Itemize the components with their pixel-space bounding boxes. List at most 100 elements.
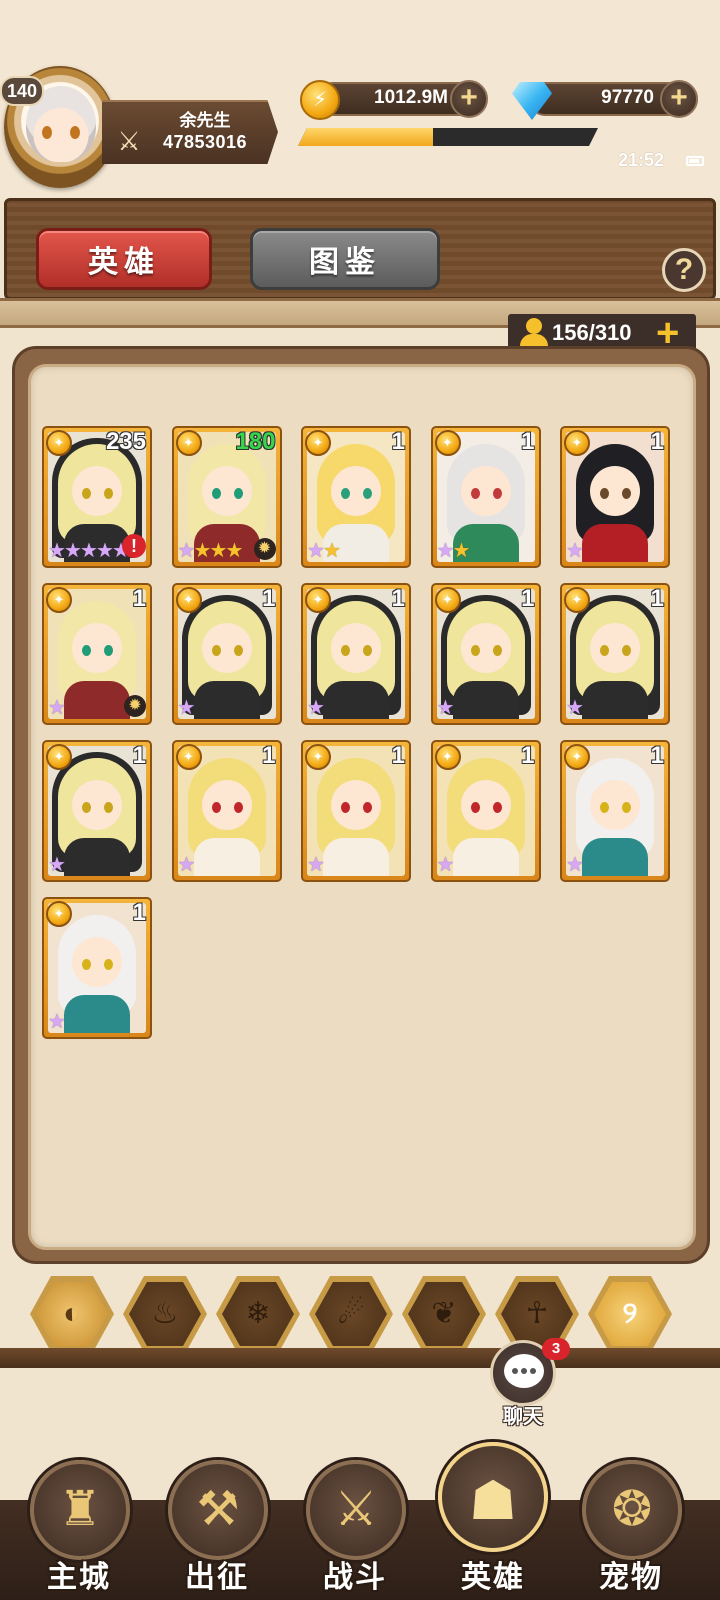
nature-icon: ❦ xyxy=(408,1282,480,1346)
nav-main-city[interactable]: ♜ 主城 xyxy=(14,1460,144,1600)
nav-battle[interactable]: ⚔ 战斗 xyxy=(290,1460,420,1600)
star-icon: ★ xyxy=(177,697,196,719)
filter-nature-button[interactable]: ❦ xyxy=(402,1276,486,1352)
star-icon: ★ xyxy=(193,540,212,562)
help-button[interactable]: ? xyxy=(662,248,706,292)
star-icon: ★ xyxy=(177,540,196,562)
star-icon: ★ xyxy=(48,540,66,562)
hero-card[interactable]: ✦ 1 ★ xyxy=(42,740,152,882)
player-name: 余先生 xyxy=(179,111,231,130)
tab-codex[interactable]: 图鉴 xyxy=(250,228,440,290)
add-gold-button[interactable]: + xyxy=(450,80,488,118)
hero-card[interactable]: ✦ 180 ★ ★ ★ ★ ✹ xyxy=(171,426,282,568)
element-coin-icon: ✦ xyxy=(305,587,331,613)
hero-card[interactable]: ✦ 1 ★ xyxy=(430,583,541,725)
tab-heroes[interactable]: 英雄 xyxy=(36,228,212,290)
hero-card[interactable]: ✦ 1 ★ xyxy=(42,897,152,1039)
element-coin-icon: ✦ xyxy=(175,430,202,456)
star-icon: ★ xyxy=(566,697,584,719)
star-icon: ★ xyxy=(566,854,584,876)
wind-icon: ☄ xyxy=(315,1282,387,1346)
hero-level: 1 xyxy=(262,585,276,612)
star-icon: ★ xyxy=(323,540,341,562)
all-icon: ◐ xyxy=(36,1282,108,1346)
add-gems-button[interactable]: + xyxy=(660,80,698,118)
hero-stars: ★ xyxy=(307,697,325,719)
alert-icon: ! xyxy=(122,534,146,558)
star-icon: ★ xyxy=(225,540,244,562)
hero-stars: ★ xyxy=(436,854,455,876)
nav-expedition[interactable]: ⚒ 出征 xyxy=(152,1460,282,1600)
gold-coin-icon: ⚡ xyxy=(300,80,340,120)
player-level-badge: 140 xyxy=(0,76,44,106)
hero-card[interactable]: ✦ 1 ★ xyxy=(560,583,670,725)
hero-card[interactable]: ✦ 1 ★ ✹ xyxy=(42,583,152,725)
light-icon: ୨ xyxy=(594,1282,666,1346)
hero-level: 1 xyxy=(650,742,664,769)
filter-ice-button[interactable]: ❄ xyxy=(216,1276,300,1352)
dark-icon: ☥ xyxy=(501,1282,573,1346)
player-power: 47853016 xyxy=(162,132,248,152)
filter-fire-button[interactable]: ♨ xyxy=(123,1276,207,1352)
element-filter-bar: ◐ ♨ ❄ ☄ ❦ ☥ ୨ xyxy=(30,1276,690,1356)
filter-wind-button[interactable]: ☄ xyxy=(309,1276,393,1352)
hero-level: 1 xyxy=(650,585,664,612)
star-icon: ★ xyxy=(307,540,325,562)
heroes-icon: ☗ xyxy=(468,1471,518,1531)
nav-pets[interactable]: ❂ 宠物 xyxy=(566,1460,696,1600)
hero-stars: ★ xyxy=(566,540,584,562)
hero-stars: ★ xyxy=(178,854,196,876)
hero-card[interactable]: ✦ 1 ★ xyxy=(171,583,282,725)
hero-card[interactable]: ✦ 1 ★ xyxy=(301,583,411,725)
hero-card[interactable]: ✦ 1 ★ ★ xyxy=(301,426,411,568)
avatar-eye xyxy=(70,126,80,139)
sun-icon: ✹ xyxy=(253,538,276,560)
battle-icon: ⚔ xyxy=(334,1483,378,1536)
filter-all-button[interactable]: ◐ xyxy=(30,1276,114,1352)
nav-heroes[interactable]: ☗ 英雄 xyxy=(428,1442,558,1600)
battery-icon xyxy=(686,156,704,166)
element-coin-icon: ✦ xyxy=(175,744,202,770)
hero-level: 1 xyxy=(521,742,535,769)
element-coin-icon: ✦ xyxy=(305,430,331,456)
filter-light-button[interactable]: ୨ xyxy=(588,1276,672,1352)
hero-level: 1 xyxy=(521,428,535,455)
nav-label: 战斗 xyxy=(323,1561,387,1594)
hero-stars: ★ xyxy=(48,697,66,719)
hero-stars: ★ ★ ★ ★ ★ xyxy=(48,540,130,562)
element-coin-icon: ✦ xyxy=(46,587,72,613)
filter-shelf xyxy=(0,1348,720,1368)
hero-stars: ★ xyxy=(48,854,66,876)
hero-card[interactable]: ✦ 1 ★ xyxy=(560,426,670,568)
nav-label: 宠物 xyxy=(599,1561,663,1594)
star-icon: ★ xyxy=(436,854,455,876)
hero-card[interactable]: ✦ 1 ★ xyxy=(560,740,670,882)
fire-icon: ♨ xyxy=(129,1282,201,1346)
hero-card[interactable]: ✦ 1 ★ xyxy=(171,740,282,882)
pets-icon: ❂ xyxy=(611,1483,653,1536)
gold-value: 1012.9M xyxy=(374,87,448,108)
star-icon: ★ xyxy=(48,854,66,876)
hero-card[interactable]: ✦ 1 ★ ★ xyxy=(430,426,541,568)
ice-icon: ❄ xyxy=(222,1282,294,1346)
gem-value: 97770 xyxy=(601,87,654,108)
star-icon: ★ xyxy=(436,540,455,562)
avatar-eye xyxy=(42,126,52,139)
hero-level: 1 xyxy=(521,585,535,612)
hero-level: 1 xyxy=(391,742,405,769)
hero-level: 235 xyxy=(105,428,146,455)
element-coin-icon: ✦ xyxy=(46,901,72,927)
hero-stars: ★ ★ ★ ★ xyxy=(177,540,244,562)
hero-stars: ★ ★ xyxy=(436,540,471,562)
exp-bar-fill xyxy=(298,128,433,146)
hero-level: 1 xyxy=(132,899,146,926)
hero-card[interactable]: ✦ 235 ★ ★ ★ ★ ★! xyxy=(42,426,152,568)
hero-card[interactable]: ✦ 1 ★ xyxy=(430,740,541,882)
nav-label: 主城 xyxy=(47,1561,111,1594)
hero-level: 1 xyxy=(391,428,405,455)
star-icon: ★ xyxy=(566,540,584,562)
hero-level: 1 xyxy=(391,585,405,612)
hero-card[interactable]: ✦ 1 ★ xyxy=(301,740,411,882)
element-coin-icon: ✦ xyxy=(305,744,331,770)
element-coin-icon: ✦ xyxy=(564,430,590,456)
